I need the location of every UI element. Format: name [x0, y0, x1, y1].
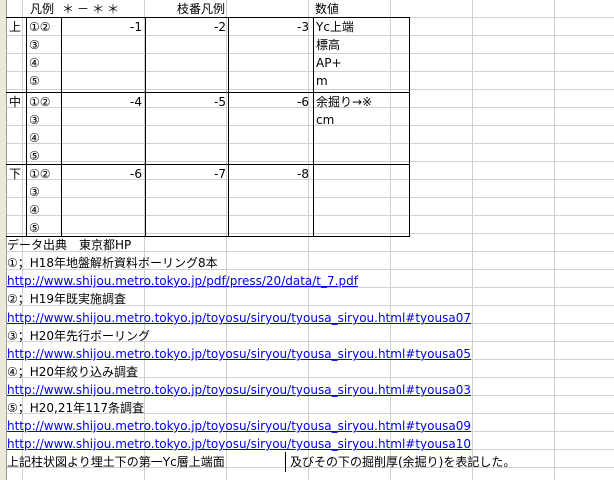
- group-symbol[interactable]: ⑤: [29, 72, 40, 90]
- value-cell[interactable]: 標高: [316, 36, 340, 54]
- branch-number[interactable]: -5: [146, 93, 226, 111]
- table-vline-6: [409, 17, 410, 236]
- group-symbol[interactable]: ①②: [29, 18, 51, 36]
- group-symbol[interactable]: ③: [29, 36, 40, 54]
- table-vline-3: [145, 17, 146, 236]
- link-source-1[interactable]: http://www.shijou.metro.tokyo.jp/pdf/pre…: [7, 272, 358, 290]
- value-cell[interactable]: m: [316, 72, 328, 90]
- branch-number[interactable]: -3: [229, 18, 309, 36]
- group-symbol[interactable]: ④: [29, 129, 40, 147]
- value-cell[interactable]: AP+: [316, 54, 342, 72]
- group-symbol[interactable]: ⑤: [29, 147, 40, 165]
- footer-note-b[interactable]: 及びその下の掘削厚(余掘り)を表記した。: [290, 453, 515, 471]
- note-source-3[interactable]: ③；H20年先行ボーリング: [7, 327, 150, 345]
- branch-number[interactable]: -2: [146, 18, 226, 36]
- branch-number[interactable]: -4: [62, 93, 142, 111]
- header-value[interactable]: 数値: [315, 0, 339, 18]
- value-cell[interactable]: cm: [316, 111, 334, 129]
- group-symbol[interactable]: ④: [29, 201, 40, 219]
- branch-number[interactable]: -7: [146, 165, 226, 183]
- branch-number[interactable]: -6: [62, 165, 142, 183]
- group-label[interactable]: 下: [9, 165, 21, 183]
- note-source-2[interactable]: ②；H19年既実施調査: [7, 290, 126, 308]
- link-source-3[interactable]: http://www.shijou.metro.tokyo.jp/toyosu/…: [7, 345, 471, 363]
- group-label[interactable]: 上: [9, 18, 21, 36]
- link-source-2[interactable]: http://www.shijou.metro.tokyo.jp/toyosu/…: [7, 309, 471, 327]
- note-source[interactable]: データ出典 東京都HP: [7, 236, 131, 254]
- group-symbol[interactable]: ③: [29, 183, 40, 201]
- value-cell[interactable]: 余掘り→※: [316, 93, 372, 111]
- table-vline-1: [26, 17, 27, 236]
- branch-number[interactable]: -8: [229, 165, 309, 183]
- group-symbol[interactable]: ①②: [29, 165, 51, 183]
- table-border-top: [6, 17, 410, 18]
- group-symbol[interactable]: ③: [29, 111, 40, 129]
- group-label[interactable]: 中: [9, 93, 21, 111]
- value-cell[interactable]: Yc上端: [316, 18, 354, 36]
- group-symbol[interactable]: ⑤: [29, 219, 40, 237]
- note-source-4[interactable]: ④；H20年絞り込み調査: [7, 363, 138, 381]
- branch-number[interactable]: -6: [229, 93, 309, 111]
- note-source-1[interactable]: ①；H18年地盤解析資料ボーリング8本: [7, 254, 218, 272]
- group-symbol[interactable]: ④: [29, 54, 40, 72]
- footer-cell-border: [285, 452, 286, 472]
- group-symbol[interactable]: ①②: [29, 93, 51, 111]
- table-vline-4: [228, 17, 229, 236]
- table-border-mid2: [6, 164, 410, 165]
- table-border-mid1: [6, 92, 410, 93]
- header-legend[interactable]: 凡例: [30, 0, 54, 18]
- link-source-5b[interactable]: http://www.shijou.metro.tokyo.jp/toyosu/…: [7, 435, 471, 453]
- branch-number[interactable]: -1: [62, 18, 142, 36]
- footer-note-a[interactable]: 上記柱状図より埋土下の第一Yc層上端面: [7, 453, 225, 471]
- table-vline-2: [61, 17, 62, 236]
- link-source-5a[interactable]: http://www.shijou.metro.tokyo.jp/toyosu/…: [7, 417, 471, 435]
- note-source-5[interactable]: ⑤；H20,21年117条調査: [7, 399, 144, 417]
- header-branch-legend[interactable]: 枝番凡例: [177, 0, 225, 18]
- link-source-4[interactable]: http://www.shijou.metro.tokyo.jp/toyosu/…: [7, 381, 471, 399]
- row-header-strip[interactable]: [0, 0, 7, 480]
- header-code[interactable]: ＊－＊＊: [62, 0, 122, 18]
- table-vline-5: [313, 17, 314, 236]
